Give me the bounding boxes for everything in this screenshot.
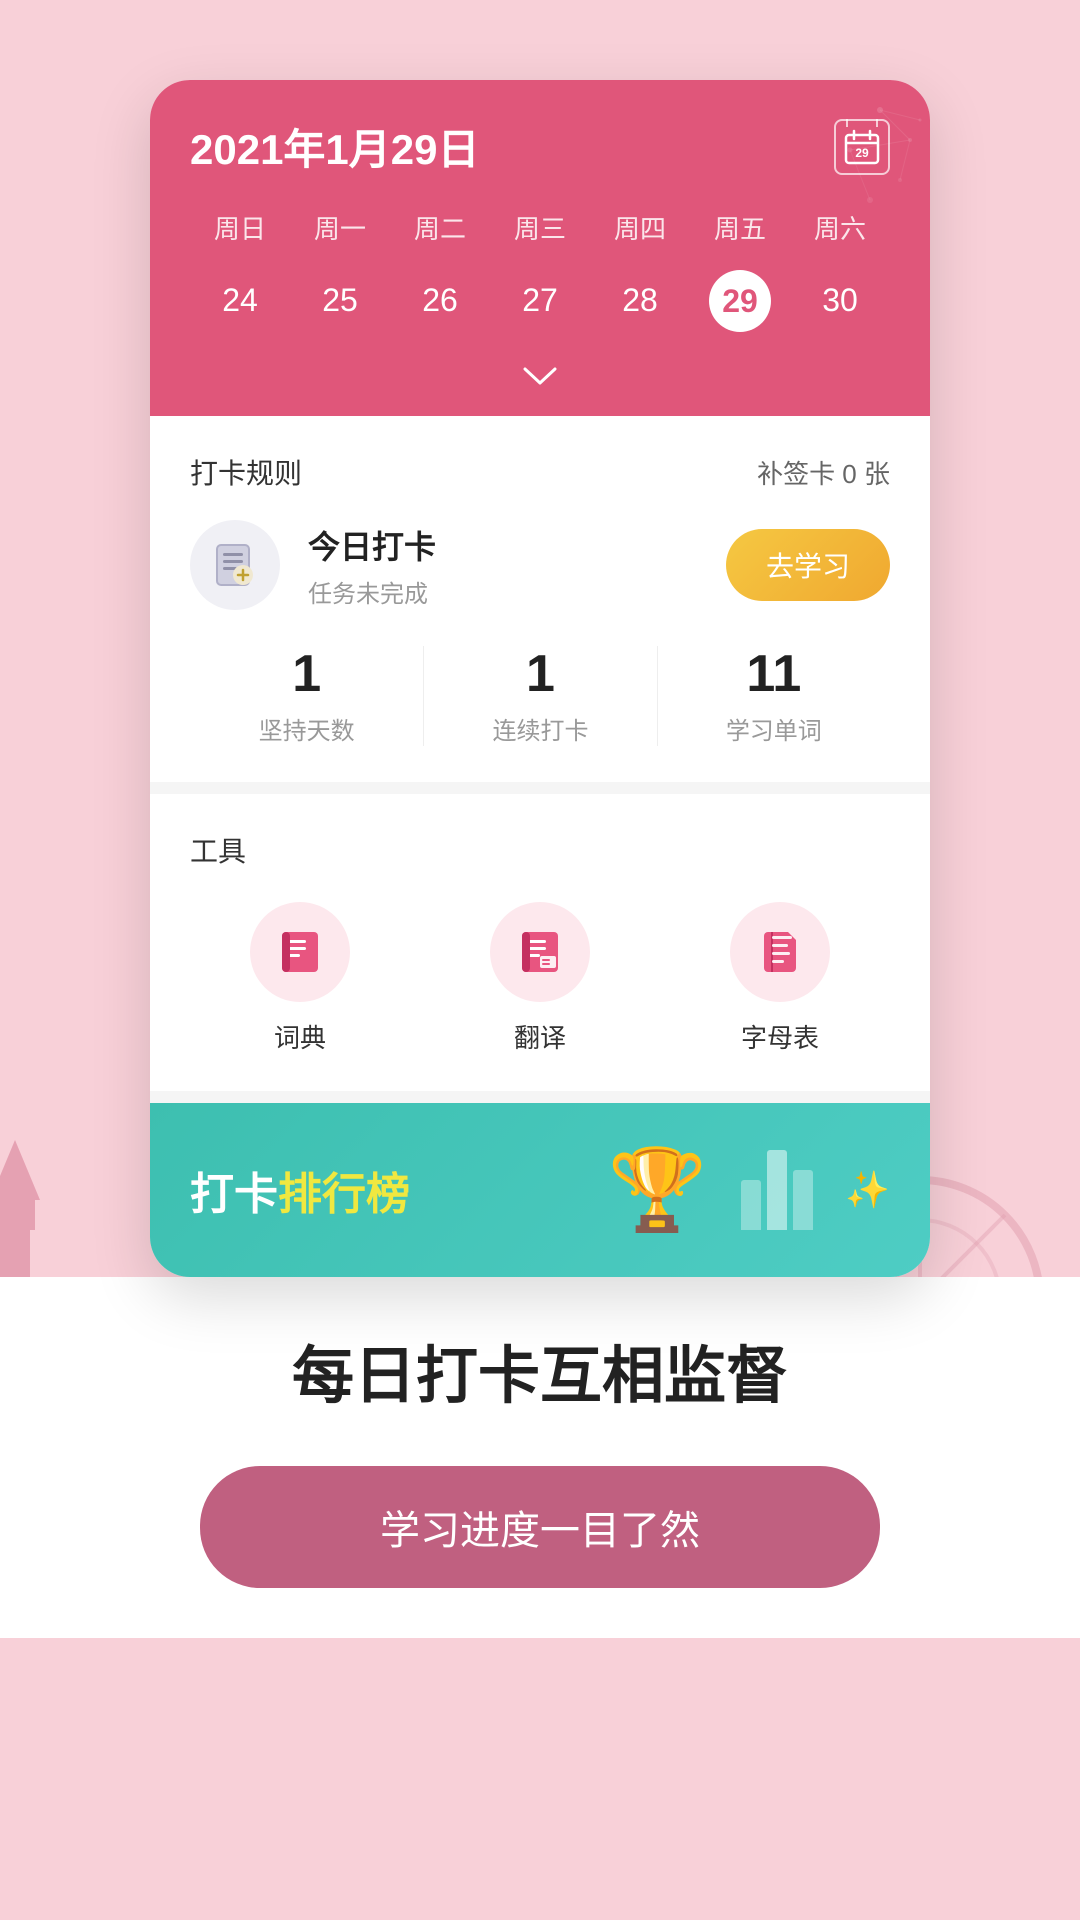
weekday-mon: 周一	[290, 201, 390, 254]
bottom-section: 每日打卡互相监督 学习进度一目了然	[0, 1277, 1080, 1638]
study-button[interactable]: 去学习	[726, 529, 890, 601]
checkin-left: 今日打卡 任务未完成	[190, 520, 436, 610]
stat-streak-label: 连续打卡	[492, 711, 588, 746]
tool-dictionary[interactable]: 词典	[190, 902, 410, 1055]
checkin-row: 今日打卡 任务未完成 去学习	[190, 520, 890, 610]
cta-button[interactable]: 学习进度一目了然	[200, 1466, 880, 1588]
ranking-text-wrap: 打卡排行榜	[190, 1158, 584, 1222]
date-row: 24 25 26 27 28 29 30	[190, 270, 890, 352]
date-24[interactable]: 24	[190, 270, 290, 332]
checkin-today-label: 今日打卡	[308, 522, 436, 568]
tool-translate-label: 翻译	[514, 1018, 566, 1055]
ranking-prefix: 打卡	[190, 1170, 278, 1219]
date-29-selected[interactable]: 29	[709, 270, 771, 332]
tool-alphabet[interactable]: 字母表	[670, 902, 890, 1055]
date-28[interactable]: 28	[590, 270, 690, 332]
checkin-section: 打卡规则 补签卡 0 张	[150, 416, 930, 794]
ranking-banner[interactable]: 打卡排行榜 🏆 ✨	[150, 1103, 930, 1277]
date-30[interactable]: 30	[790, 270, 890, 332]
tool-translate-icon-wrap	[490, 902, 590, 1002]
trophy-icon: 🏆	[608, 1143, 708, 1237]
stat-persist-number: 1	[292, 646, 321, 703]
page-wrapper: 2021年1月29日 29 周日 周一 周二 周三 周四 周五	[0, 0, 1080, 1698]
sparkle-decoration: ✨	[845, 1169, 890, 1211]
phone-card: 2021年1月29日 29 周日 周一 周二 周三 周四 周五	[150, 80, 930, 1277]
checkin-text: 今日打卡 任务未完成	[308, 522, 436, 609]
supplement-label: 补签卡 0 张	[757, 454, 890, 491]
stat-words-label: 学习单词	[726, 711, 822, 746]
tool-translate[interactable]: 翻译	[430, 902, 650, 1055]
calendar-chevron[interactable]	[190, 352, 890, 416]
tools-section: 工具 词典	[150, 794, 930, 1103]
calendar-title: 2021年1月29日	[190, 116, 480, 177]
stat-streak: 1 连续打卡	[423, 646, 656, 746]
stat-words-number: 11	[746, 646, 801, 703]
stat-words: 11 学习单词	[657, 646, 890, 746]
ranking-label: 打卡排行榜	[190, 1158, 410, 1222]
tool-dictionary-label: 词典	[274, 1018, 326, 1055]
bar-chart-icon	[741, 1150, 813, 1230]
checkin-task-icon	[190, 520, 280, 610]
tools-grid: 词典	[190, 902, 890, 1055]
svg-text:29: 29	[855, 146, 869, 160]
tool-alphabet-label: 字母表	[741, 1018, 819, 1055]
stat-persist-label: 坚持天数	[259, 711, 355, 746]
tools-title: 工具	[190, 830, 890, 870]
date-25[interactable]: 25	[290, 270, 390, 332]
calendar-icon[interactable]: 29	[834, 119, 890, 175]
weekday-wed: 周三	[490, 201, 590, 254]
tool-alphabet-icon-wrap	[730, 902, 830, 1002]
weekday-sun: 周日	[190, 201, 290, 254]
date-27[interactable]: 27	[490, 270, 590, 332]
checkin-task-status: 任务未完成	[308, 574, 436, 609]
date-26[interactable]: 26	[390, 270, 490, 332]
stats-row: 1 坚持天数 1 连续打卡 11 学习单词	[190, 646, 890, 746]
checkin-section-header: 打卡规则 补签卡 0 张	[190, 452, 890, 492]
checkin-rules-label: 打卡规则	[190, 452, 302, 492]
stat-streak-number: 1	[526, 646, 555, 703]
main-tagline: 每日打卡互相监督	[80, 1337, 1000, 1418]
ranking-highlight: 排行榜	[278, 1170, 410, 1219]
tool-dictionary-icon-wrap	[250, 902, 350, 1002]
weekday-thu: 周四	[590, 201, 690, 254]
stat-persist-days: 1 坚持天数	[190, 646, 423, 746]
calendar-header: 2021年1月29日 29 周日 周一 周二 周三 周四 周五	[150, 80, 930, 416]
weekday-tue: 周二	[390, 201, 490, 254]
